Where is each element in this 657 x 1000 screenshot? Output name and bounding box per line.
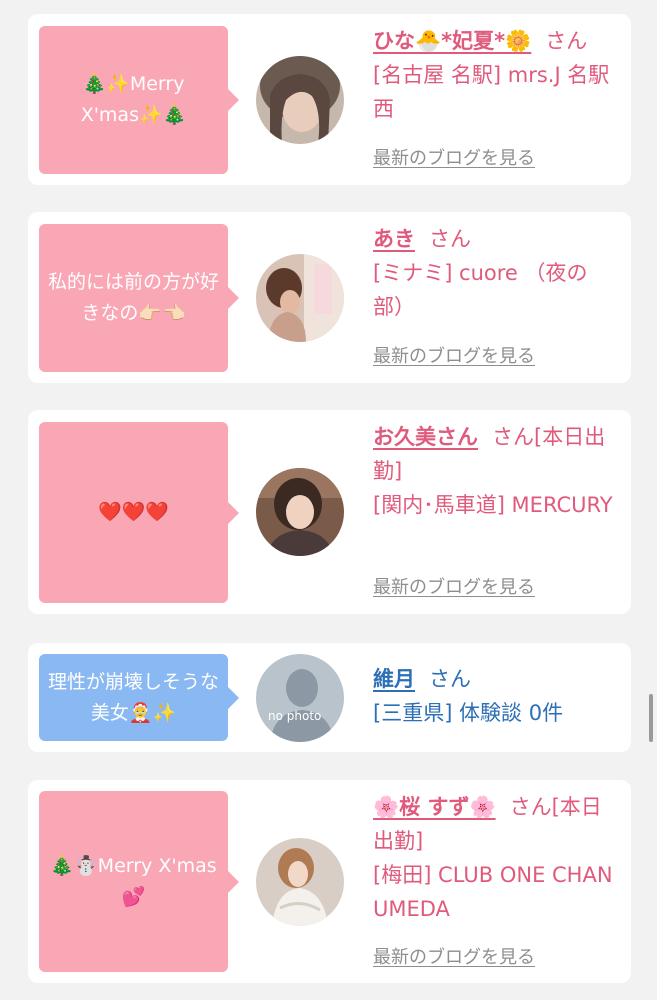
- shop-info: [名古屋 名駅] mrs.J 名駅西: [373, 63, 610, 121]
- user-info: お久美さん さん[本日出勤] [関内･馬車道] MERCURY: [373, 420, 618, 522]
- message-bubble: ❤️❤️❤️: [39, 422, 239, 603]
- honorific: さん: [429, 667, 471, 691]
- user-info: 🌸桜 すず🌸 さん[本日出勤] [梅田] CLUB ONE CHAN UMEDA: [373, 790, 618, 926]
- no-photo-caption: no photo: [268, 709, 321, 723]
- message-bubble: 🎄☃️Merry X'mas💕: [39, 791, 239, 972]
- blog-card[interactable]: ❤️❤️❤️ お久美さん さん[本日出勤] [関内･馬車道] MERCURY 最新…: [28, 410, 631, 614]
- latest-blog-link[interactable]: 最新のブログを見る: [373, 943, 535, 969]
- blog-card[interactable]: 🎄✨Merry X'mas✨🎄 ひな🐣*妃夏*🌼 さん [名古屋 名駅] mrs.…: [28, 14, 631, 185]
- honorific: さん: [429, 227, 471, 251]
- user-name-link[interactable]: お久美さん: [373, 425, 478, 449]
- avatar[interactable]: [256, 254, 344, 342]
- latest-blog-link[interactable]: 最新のブログを見る: [373, 144, 535, 170]
- shop-info: [梅田] CLUB ONE CHAN UMEDA: [373, 863, 613, 921]
- avatar[interactable]: [256, 468, 344, 556]
- blog-card[interactable]: 私的には前の方が好きなの👉🏻👈🏻 あき さん [ミナミ] cuore （夜の部） …: [28, 212, 631, 383]
- shop-info: [関内･馬車道] MERCURY: [373, 493, 613, 517]
- latest-blog-link[interactable]: 最新のブログを見る: [373, 342, 535, 368]
- latest-blog-link[interactable]: 最新のブログを見る: [373, 573, 535, 599]
- user-info: 維月 さん [三重県] 体験談 0件: [373, 662, 618, 730]
- honorific: さん: [545, 29, 588, 53]
- review-card[interactable]: 理性が崩壊しそうな美女🤶✨ no photo 維月 さん [三重県] 体験談 0件: [28, 643, 631, 752]
- shop-info: [ミナミ] cuore （夜の部）: [373, 261, 588, 319]
- user-info: あき さん [ミナミ] cuore （夜の部）: [373, 222, 618, 324]
- user-info: ひな🐣*妃夏*🌼 さん [名古屋 名駅] mrs.J 名駅西: [373, 24, 618, 126]
- no-photo-avatar[interactable]: no photo: [256, 654, 344, 742]
- user-name-link[interactable]: ひな🐣*妃夏*🌼: [373, 29, 531, 53]
- message-bubble: 理性が崩壊しそうな美女🤶✨: [39, 654, 239, 741]
- message-bubble: 🎄✨Merry X'mas✨🎄: [39, 26, 239, 174]
- user-name-link[interactable]: 維月: [373, 667, 415, 691]
- blog-card[interactable]: 🎄☃️Merry X'mas💕 🌸桜 すず🌸 さん[本日出勤] [梅田] CLUB…: [28, 780, 631, 983]
- avatar[interactable]: [256, 56, 344, 144]
- avatar[interactable]: [256, 838, 344, 926]
- message-bubble: 私的には前の方が好きなの👉🏻👈🏻: [39, 224, 239, 372]
- shop-info: [三重県] 体験談 0件: [373, 701, 564, 725]
- scrollbar-thumb[interactable]: [649, 694, 653, 742]
- user-name-link[interactable]: 🌸桜 すず🌸: [373, 795, 496, 819]
- user-name-link[interactable]: あき: [373, 227, 415, 251]
